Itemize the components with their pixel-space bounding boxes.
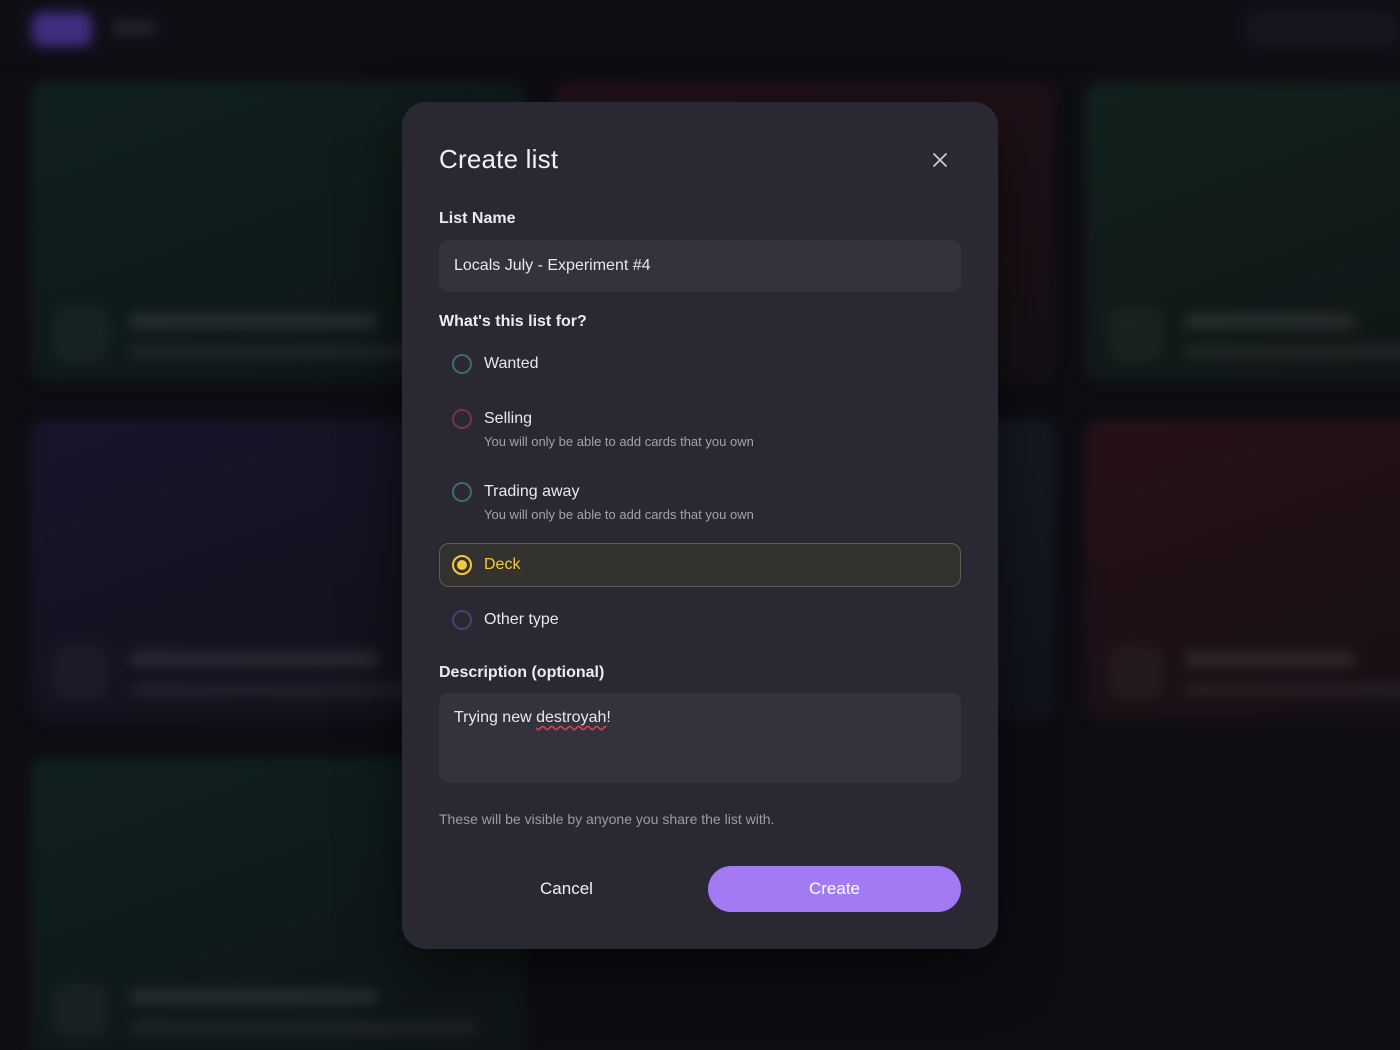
- close-button[interactable]: [926, 146, 954, 174]
- radio-button-checked[interactable]: [452, 555, 472, 575]
- option-other-type[interactable]: Other type: [439, 598, 961, 642]
- option-label: Deck: [484, 556, 521, 573]
- create-list-dialog: Create list List Name Locals July - Expe…: [402, 102, 998, 949]
- option-trading-away[interactable]: Trading away You will only be able to ad…: [439, 470, 961, 532]
- visibility-hint: These will be visible by anyone you shar…: [439, 811, 775, 827]
- description-text: Trying new: [454, 709, 537, 726]
- list-name-input[interactable]: Locals July - Experiment #4: [439, 240, 961, 292]
- radio-button[interactable]: [452, 610, 472, 630]
- background-nav-item: [112, 22, 156, 34]
- background-topbar: [0, 0, 1400, 58]
- option-label: Trading away: [484, 483, 580, 500]
- description-label: Description (optional): [439, 664, 605, 681]
- description-textarea[interactable]: Trying new destroyah!: [439, 693, 961, 783]
- option-wanted[interactable]: Wanted: [439, 342, 961, 386]
- background-top-button: [1248, 12, 1398, 46]
- option-label: Other type: [484, 611, 559, 628]
- option-label: Selling: [484, 410, 533, 427]
- create-button[interactable]: Create: [708, 866, 961, 912]
- radio-dot: [457, 560, 467, 570]
- list-name-value: Locals July - Experiment #4: [454, 257, 651, 274]
- option-deck[interactable]: Deck: [439, 543, 961, 587]
- option-selling[interactable]: Selling You will only be able to add car…: [439, 397, 961, 459]
- option-description: You will only be able to add cards that …: [484, 507, 754, 522]
- list-purpose-label: What's this list for?: [439, 313, 587, 330]
- background-logo: [32, 12, 92, 46]
- background-card: [1085, 82, 1400, 382]
- description-text-end: !: [606, 709, 611, 726]
- list-name-label: List Name: [439, 210, 516, 227]
- dialog-title: Create list: [439, 144, 559, 174]
- radio-button[interactable]: [452, 409, 472, 429]
- cancel-button[interactable]: Cancel: [439, 866, 694, 912]
- option-label: Wanted: [484, 355, 539, 372]
- radio-button[interactable]: [452, 354, 472, 374]
- misspelled-word: destroyah: [536, 709, 607, 726]
- background-card: [1085, 420, 1400, 720]
- radio-button[interactable]: [452, 482, 472, 502]
- close-icon: [933, 153, 947, 167]
- option-description: You will only be able to add cards that …: [484, 434, 754, 449]
